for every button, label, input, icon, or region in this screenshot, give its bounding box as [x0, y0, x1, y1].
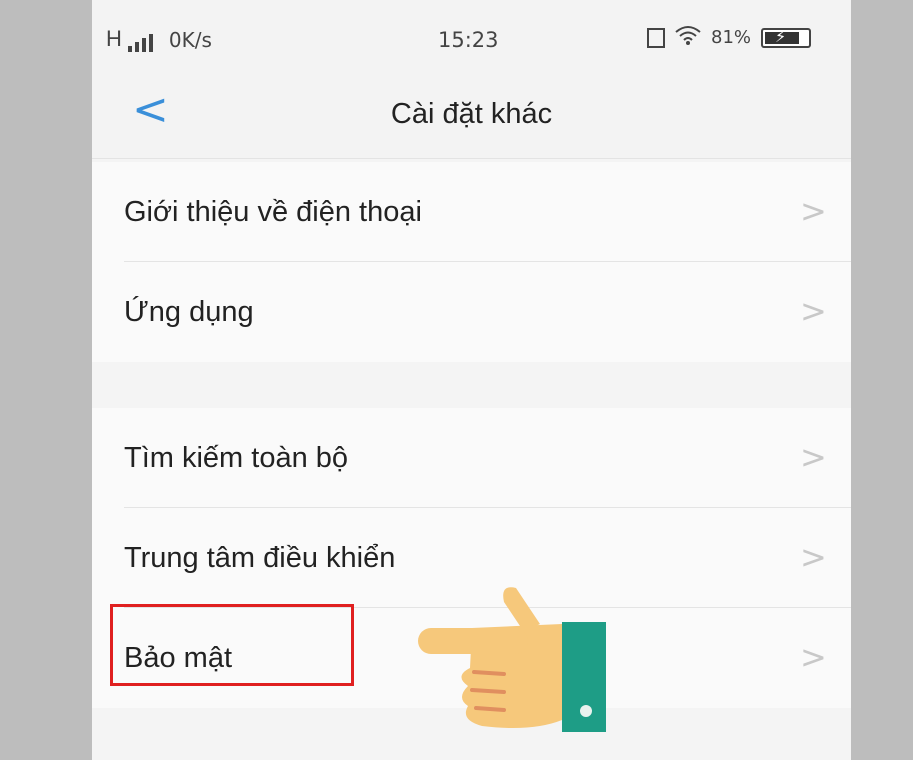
- battery-percent: 81%: [711, 27, 752, 48]
- wifi-icon: [675, 25, 701, 50]
- settings-item-apps[interactable]: Ứng dụng >: [92, 262, 851, 362]
- settings-item-about-phone[interactable]: Giới thiệu về điện thoại >: [92, 162, 851, 262]
- network-speed: 0K/s: [168, 28, 212, 52]
- settings-item-label: Trung tâm điều khiển: [124, 542, 396, 574]
- status-bar: H 0K/s 15:23 81% ⚡: [92, 0, 851, 70]
- pointing-hand-icon: [418, 587, 606, 732]
- page-title: Cài đặt khác: [390, 98, 553, 130]
- chevron-right-icon: >: [800, 192, 827, 230]
- settings-item-label: Tìm kiếm toàn bộ: [124, 442, 349, 474]
- chevron-right-icon: >: [800, 538, 827, 576]
- chevron-right-icon: >: [800, 438, 827, 476]
- highlight-box: [110, 604, 354, 686]
- settings-item-label: Ứng dụng: [124, 296, 254, 328]
- settings-group-1: Giới thiệu về điện thoại > Ứng dụng >: [92, 162, 851, 362]
- vibrate-icon: [647, 27, 665, 48]
- settings-item-global-search[interactable]: Tìm kiếm toàn bộ >: [92, 408, 851, 508]
- status-left: H 0K/s: [106, 26, 212, 52]
- signal-icon: [127, 34, 153, 52]
- status-time: 15:23: [438, 28, 499, 52]
- frame-side-left: [0, 0, 92, 760]
- status-right: 81% ⚡: [647, 25, 812, 50]
- battery-icon: ⚡: [761, 27, 812, 48]
- frame-edge-right: [913, 0, 923, 760]
- chevron-right-icon: >: [800, 292, 827, 330]
- header-bar: < Cài đặt khác: [92, 70, 851, 159]
- settings-item-label: Giới thiệu về điện thoại: [124, 196, 422, 228]
- network-type: H: [106, 26, 122, 51]
- chevron-right-icon: >: [800, 638, 827, 676]
